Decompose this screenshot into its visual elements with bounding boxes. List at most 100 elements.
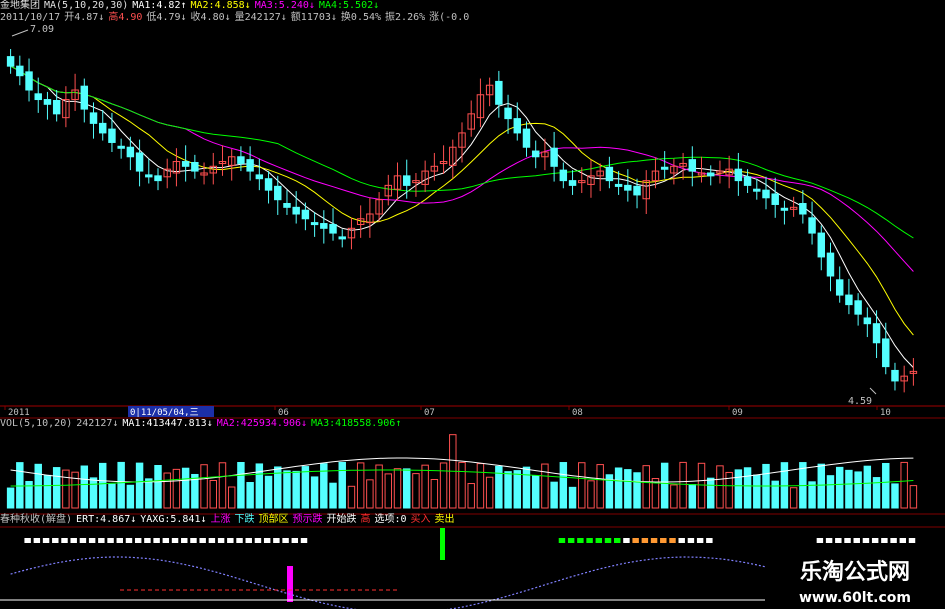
volume-bar <box>845 469 853 509</box>
volume-bars[interactable] <box>6 434 918 509</box>
volume-bar <box>743 467 752 509</box>
volume-bar <box>559 462 568 509</box>
candle-body <box>826 252 835 277</box>
signal-block <box>263 538 271 543</box>
volume-bar <box>200 464 208 509</box>
candle-body <box>329 223 337 234</box>
signal-block <box>245 538 252 543</box>
candle-body <box>568 180 577 186</box>
signal-block <box>650 538 658 543</box>
ma5-line <box>10 65 914 368</box>
candle-body <box>753 188 761 192</box>
signal-block <box>687 538 695 543</box>
volume-bar <box>366 479 374 509</box>
volume-bar <box>145 478 153 509</box>
volume-bar <box>135 462 144 509</box>
volume-bar <box>218 462 227 509</box>
signal-block <box>641 538 649 543</box>
signal-block <box>254 538 262 543</box>
signal-block <box>273 538 280 543</box>
candle-body <box>338 236 346 240</box>
volume-bar <box>817 463 825 509</box>
candle-body <box>237 156 245 164</box>
candle-body <box>863 317 872 325</box>
volume-bar <box>320 463 328 509</box>
volume-bar <box>439 462 448 509</box>
signal-warn-down: 预示跌 <box>292 514 323 525</box>
signal-up: 上涨 <box>210 514 231 525</box>
volume-bar <box>882 462 890 509</box>
signal-block <box>88 538 96 543</box>
volume-bar <box>301 466 310 509</box>
candle-body <box>274 185 282 201</box>
volume-bar <box>80 465 89 509</box>
volume-bar <box>384 473 393 509</box>
candle-body <box>762 189 770 199</box>
signal-block <box>669 538 676 543</box>
candle-body <box>310 222 319 226</box>
month-label: 06 <box>278 408 289 418</box>
signal-spike <box>440 528 445 560</box>
candle-body <box>891 369 899 382</box>
volume-bar <box>421 464 429 509</box>
candle-body <box>52 99 61 115</box>
month-label: 08 <box>572 408 583 418</box>
candle-body <box>854 300 862 315</box>
volume-bar <box>89 477 98 509</box>
ma20-line <box>10 65 914 272</box>
volume-bar <box>550 481 558 509</box>
volume-bar <box>264 475 273 509</box>
volume-bar <box>780 462 789 509</box>
signal-block <box>144 538 151 543</box>
candle-body <box>99 122 107 134</box>
signal-block <box>300 538 308 543</box>
signal-block <box>208 538 216 543</box>
candle-body <box>255 174 264 180</box>
candle-body <box>799 203 807 215</box>
month-label: 07 <box>424 408 435 418</box>
volume-bar <box>541 463 549 509</box>
candle-body <box>246 159 254 172</box>
volume-bar <box>458 461 466 509</box>
volume-bar <box>614 467 623 509</box>
candle-body <box>513 118 521 134</box>
candle-body <box>734 168 743 182</box>
signal-block <box>632 538 639 543</box>
watermark-url: www.60lt.com <box>765 588 945 609</box>
volume-bar <box>181 467 190 509</box>
candle-body <box>320 223 328 229</box>
signal-block <box>816 538 824 543</box>
volume-bar <box>670 484 678 509</box>
volume-bar <box>310 476 319 509</box>
volume-bar <box>52 467 61 509</box>
vol-label: VOL(5,10,20) <box>0 418 73 429</box>
signal-block <box>586 538 593 543</box>
signal-top-zone: 顶部区 <box>258 514 289 525</box>
signal-block <box>98 538 105 543</box>
signal-block <box>844 538 851 543</box>
signal-block <box>825 538 833 543</box>
candlesticks[interactable] <box>6 48 918 393</box>
candle-body <box>495 80 503 105</box>
volume-bar <box>771 480 779 509</box>
volume-bar <box>513 470 521 509</box>
signal-block <box>908 538 916 543</box>
buy-marker <box>287 566 293 602</box>
signal-block <box>881 538 888 543</box>
signal-block <box>291 538 299 543</box>
volume-bar <box>495 465 503 509</box>
candle-body <box>135 152 144 172</box>
volume-bar <box>227 486 236 509</box>
month-label: 10 <box>880 408 891 418</box>
volume-bar <box>596 464 604 509</box>
volume-bar <box>522 466 531 509</box>
volume-bar <box>347 485 356 509</box>
candle-body <box>522 128 531 148</box>
candle-body <box>817 232 825 258</box>
signal-start-down: 开始跌 <box>326 514 357 525</box>
candle-body <box>89 112 98 124</box>
signal-block <box>899 538 907 543</box>
candle-body <box>882 338 890 368</box>
signal-block <box>190 538 197 543</box>
volume-bar <box>338 461 346 509</box>
